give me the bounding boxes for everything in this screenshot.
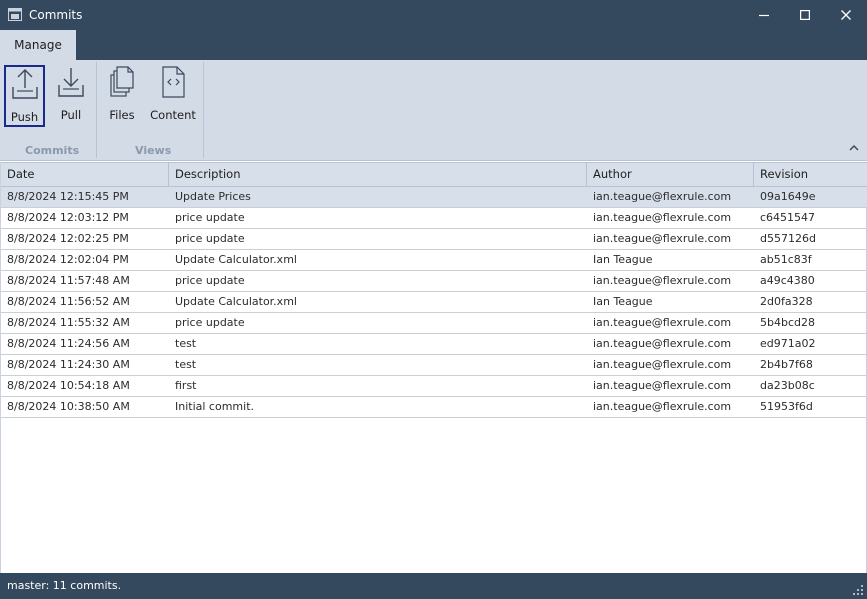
pull-button[interactable]: Pull	[51, 65, 91, 127]
window-app-icon	[8, 8, 22, 21]
ribbon: Push Pull Commits Files Content Views	[0, 60, 867, 161]
cell-description: Update Prices	[175, 190, 251, 203]
cell-date: 8/8/2024 12:03:12 PM	[7, 211, 129, 224]
files-icon	[102, 65, 142, 102]
cell-author: ian.teague@flexrule.com	[593, 232, 732, 245]
grid-rows: 8/8/2024 12:15:45 PM Update Prices ian.tea…	[1, 187, 867, 418]
cell-revision: da23b08c	[760, 379, 815, 392]
cell-description: price update	[175, 316, 245, 329]
cell-date: 8/8/2024 11:24:56 AM	[7, 337, 130, 350]
status-text: master: 11 commits.	[7, 579, 122, 592]
cell-description: Update Calculator.xml	[175, 295, 297, 308]
cell-revision: c6451547	[760, 211, 816, 224]
group-label-commits: Commits	[25, 144, 80, 157]
cell-author: ian.teague@flexrule.com	[593, 400, 732, 413]
cell-date: 8/8/2024 12:02:25 PM	[7, 232, 129, 245]
push-button[interactable]: Push	[4, 65, 45, 127]
commits-grid[interactable]: Date Description Author Revision 8/8/202…	[0, 162, 867, 573]
maximize-icon	[800, 10, 810, 20]
table-row[interactable]: 8/8/2024 12:02:25 PM price update ian.teag…	[1, 229, 867, 250]
cell-date: 8/8/2024 11:57:48 AM	[7, 274, 130, 287]
group-separator	[96, 62, 97, 158]
cell-author: ian.teague@flexrule.com	[593, 358, 732, 371]
cell-date: 8/8/2024 11:56:52 AM	[7, 295, 130, 308]
pull-download-icon	[51, 65, 91, 102]
column-header-revision[interactable]: Revision	[754, 163, 867, 187]
cell-revision: 2d0fa328	[760, 295, 813, 308]
table-row[interactable]: 8/8/2024 11:24:56 AM test ian.teague@flexr…	[1, 334, 867, 355]
close-button[interactable]	[825, 0, 867, 30]
content-label: Content	[150, 108, 196, 122]
minimize-icon	[759, 10, 769, 20]
cell-description: first	[175, 379, 197, 392]
cell-revision: 2b4b7f68	[760, 358, 813, 371]
table-row[interactable]: 8/8/2024 11:57:48 AM price update ian.teag…	[1, 271, 867, 292]
cell-date: 8/8/2024 11:55:32 AM	[7, 316, 130, 329]
cell-revision: ed971a02	[760, 337, 816, 350]
cell-revision: 09a1649e	[760, 190, 816, 203]
files-button[interactable]: Files	[102, 65, 142, 127]
push-label: Push	[10, 110, 39, 124]
files-label: Files	[109, 108, 135, 122]
cell-author: ian.teague@flexrule.com	[593, 190, 732, 203]
group-separator	[203, 62, 204, 158]
cell-revision: d557126d	[760, 232, 816, 245]
status-bar: master: 11 commits.	[0, 573, 867, 599]
grid-header: Date Description Author Revision	[1, 162, 867, 187]
cell-revision: a49c4380	[760, 274, 815, 287]
cell-author: ian.teague@flexrule.com	[593, 274, 732, 287]
group-label-views: Views	[135, 144, 172, 157]
cell-date: 8/8/2024 12:15:45 PM	[7, 190, 129, 203]
column-header-description[interactable]: Description	[169, 163, 587, 187]
cell-date: 8/8/2024 10:54:18 AM	[7, 379, 130, 392]
close-icon	[841, 10, 851, 20]
tab-manage[interactable]: Manage	[0, 30, 76, 60]
cell-revision: 51953f6d	[760, 400, 813, 413]
collapse-ribbon-icon[interactable]	[849, 142, 859, 151]
table-row[interactable]: 8/8/2024 12:03:12 PM price update ian.teag…	[1, 208, 867, 229]
cell-date: 8/8/2024 10:38:50 AM	[7, 400, 130, 413]
cell-author: ian.teague@flexrule.com	[593, 337, 732, 350]
content-button[interactable]: Content	[148, 65, 198, 127]
column-header-author[interactable]: Author	[587, 163, 754, 187]
cell-date: 8/8/2024 11:24:30 AM	[7, 358, 130, 371]
content-code-icon	[153, 65, 193, 102]
resize-grip-icon[interactable]	[853, 585, 863, 595]
cell-date: 8/8/2024 12:02:04 PM	[7, 253, 129, 266]
table-row[interactable]: 8/8/2024 10:54:18 AM first ian.teague@flex…	[1, 376, 867, 397]
cell-description: test	[175, 358, 197, 371]
cell-description: price update	[175, 274, 245, 287]
cell-description: Initial commit.	[175, 400, 255, 413]
title-bar: Commits	[0, 0, 867, 30]
table-row[interactable]: 8/8/2024 12:15:45 PM Update Prices ian.tea…	[1, 187, 867, 208]
cell-description: Update Calculator.xml	[175, 253, 297, 266]
cell-author: ian.teague@flexrule.com	[593, 316, 732, 329]
table-row[interactable]: 8/8/2024 10:38:50 AM Initial commit. ian.t…	[1, 397, 867, 418]
window-title: Commits	[29, 8, 83, 22]
pull-label: Pull	[60, 108, 82, 122]
push-upload-icon	[5, 67, 45, 104]
table-row[interactable]: 8/8/2024 11:55:32 AM price update ian.teag…	[1, 313, 867, 334]
maximize-button[interactable]	[784, 0, 826, 30]
cell-description: price update	[175, 211, 245, 224]
cell-author: Ian Teague	[593, 295, 653, 308]
cell-description: test	[175, 337, 197, 350]
column-header-date[interactable]: Date	[1, 163, 169, 187]
cell-author: ian.teague@flexrule.com	[593, 211, 732, 224]
ribbon-tab-strip: Manage	[0, 30, 867, 60]
minimize-button[interactable]	[743, 0, 785, 30]
cell-author: Ian Teague	[593, 253, 653, 266]
table-row[interactable]: 8/8/2024 12:02:04 PM Update Calculator.xm…	[1, 250, 867, 271]
cell-revision: ab51c83f	[760, 253, 812, 266]
cell-description: price update	[175, 232, 245, 245]
cell-revision: 5b4bcd28	[760, 316, 815, 329]
table-row[interactable]: 8/8/2024 11:24:30 AM test ian.teague@flexr…	[1, 355, 867, 376]
cell-author: ian.teague@flexrule.com	[593, 379, 732, 392]
table-row[interactable]: 8/8/2024 11:56:52 AM Update Calculator.xm…	[1, 292, 867, 313]
